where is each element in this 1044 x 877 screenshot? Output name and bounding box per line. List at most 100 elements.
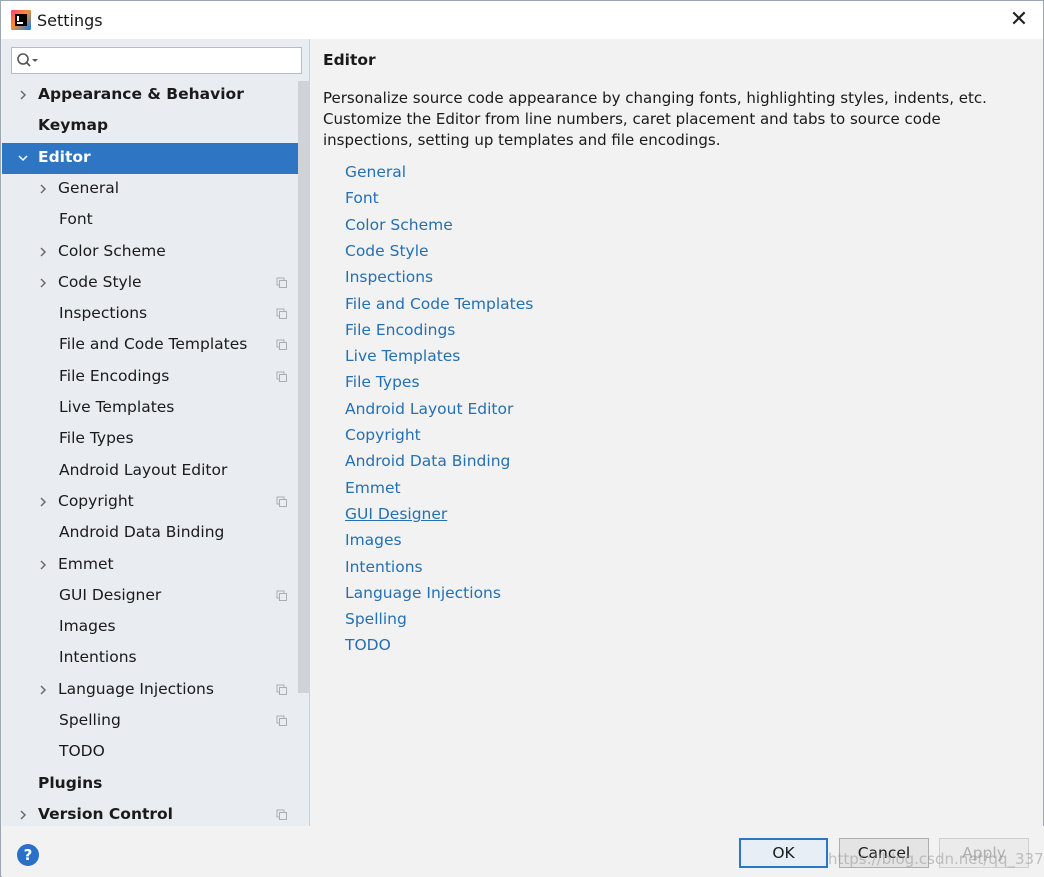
- sidebar-item-label: Plugins: [38, 773, 103, 792]
- project-settings-icon: [276, 715, 287, 726]
- sidebar-item-label: File and Code Templates: [59, 335, 248, 354]
- project-settings-icon: [276, 809, 287, 820]
- sidebar-item-keymap[interactable]: Keymap: [2, 111, 310, 142]
- chevron-right-icon[interactable]: [37, 684, 49, 696]
- sidebar-scrollbar[interactable]: [298, 81, 310, 693]
- link-gui-designer[interactable]: GUI Designer: [345, 505, 447, 523]
- dialog-footer: ? OK Cancel Apply https://blog.csdn.net/…: [2, 826, 1044, 877]
- sidebar-item-label: Android Layout Editor: [59, 460, 228, 479]
- project-settings-icon: [276, 496, 287, 507]
- sidebar-item-label: Intentions: [59, 648, 137, 667]
- panel-title: Editor: [323, 51, 376, 69]
- sidebar-item-images[interactable]: Images: [2, 612, 310, 643]
- sidebar-item-label: General: [58, 178, 120, 197]
- sidebar-item-label: Android Data Binding: [59, 523, 225, 542]
- link-code-style[interactable]: Code Style: [345, 242, 429, 260]
- link-font[interactable]: Font: [345, 189, 379, 207]
- chevron-down-icon[interactable]: [17, 152, 29, 164]
- sidebar-item-label: GUI Designer: [59, 585, 162, 604]
- link-file-types[interactable]: File Types: [345, 373, 420, 391]
- link-images[interactable]: Images: [345, 531, 402, 549]
- chevron-right-icon[interactable]: [17, 809, 29, 821]
- sidebar-item-label: Keymap: [38, 116, 109, 135]
- sidebar-item-label: Version Control: [38, 804, 173, 823]
- sidebar-item-android-data-binding[interactable]: Android Data Binding: [2, 518, 310, 549]
- link-color-scheme[interactable]: Color Scheme: [345, 216, 453, 234]
- sidebar-item-inspections[interactable]: Inspections: [2, 299, 310, 330]
- panel-description: Personalize source code appearance by ch…: [323, 89, 987, 149]
- sidebar-item-label: File Encodings: [59, 366, 170, 385]
- link-intentions[interactable]: Intentions: [345, 558, 423, 576]
- link-file-encodings[interactable]: File Encodings: [345, 321, 455, 339]
- sidebar-item-label: Copyright: [58, 491, 134, 510]
- help-icon[interactable]: ?: [17, 844, 39, 866]
- project-settings-icon: [276, 590, 287, 601]
- link-live-templates[interactable]: Live Templates: [345, 347, 460, 365]
- sidebar-item-font[interactable]: Font: [2, 205, 310, 236]
- link-todo[interactable]: TODO: [345, 636, 391, 654]
- sidebar-item-label: Inspections: [59, 304, 148, 323]
- sidebar-item-emmet[interactable]: Emmet: [2, 550, 310, 581]
- sidebar-item-language-injections[interactable]: Language Injections: [2, 675, 310, 706]
- sidebar-item-android-layout-editor[interactable]: Android Layout Editor: [2, 456, 310, 487]
- chevron-right-icon[interactable]: [17, 89, 29, 101]
- chevron-right-icon[interactable]: [37, 183, 49, 195]
- sidebar-item-intentions[interactable]: Intentions: [2, 643, 310, 674]
- sidebar-item-label: Color Scheme: [58, 241, 166, 260]
- watermark: https://blog.csdn.net/qq_33719: [828, 850, 1044, 868]
- chevron-right-icon[interactable]: [37, 496, 49, 508]
- ok-button[interactable]: OK: [739, 838, 828, 868]
- window-title: Settings: [37, 11, 103, 30]
- sidebar-item-label: TODO: [59, 742, 105, 761]
- link-android-layout-editor[interactable]: Android Layout Editor: [345, 400, 513, 418]
- close-icon[interactable]: ✕: [1005, 6, 1033, 34]
- sidebar-item-live-templates[interactable]: Live Templates: [2, 393, 310, 424]
- title-bar: Settings ✕: [1, 1, 1043, 39]
- link-android-data-binding[interactable]: Android Data Binding: [345, 452, 510, 470]
- sidebar-item-copyright[interactable]: Copyright: [2, 487, 310, 518]
- link-spelling[interactable]: Spelling: [345, 610, 407, 628]
- sidebar-item-label: Live Templates: [59, 398, 175, 416]
- sidebar-item-spelling[interactable]: Spelling: [2, 706, 310, 737]
- project-settings-icon: [276, 339, 287, 351]
- sidebar-item-code-style[interactable]: Code Style: [2, 268, 310, 299]
- sidebar-item-label: Spelling: [59, 711, 121, 729]
- sidebar-item-label: Language Injections: [58, 679, 214, 698]
- sidebar-item-label: Appearance & Behavior: [38, 85, 244, 103]
- project-settings-icon: [276, 308, 287, 320]
- chevron-right-icon[interactable]: [37, 246, 49, 258]
- sidebar-item-file-encodings[interactable]: File Encodings: [2, 362, 310, 393]
- settings-window: Settings ✕ Appearance & Behavior Keymap Ed…: [0, 0, 1044, 877]
- chevron-right-icon[interactable]: [37, 277, 49, 289]
- search-input[interactable]: [11, 47, 302, 74]
- sidebar-item-label: Code Style: [58, 272, 142, 291]
- link-language-injections[interactable]: Language Injections: [345, 584, 501, 602]
- sidebar-item-todo[interactable]: TODO: [2, 737, 310, 768]
- link-general[interactable]: General: [345, 163, 406, 181]
- search-icon: [17, 53, 38, 67]
- project-settings-icon: [276, 277, 287, 288]
- sidebar-item-appearance-behavior[interactable]: Appearance & Behavior: [2, 80, 310, 111]
- project-settings-icon: [276, 684, 287, 695]
- link-emmet[interactable]: Emmet: [345, 479, 401, 497]
- sidebar-item-label: Emmet: [58, 554, 114, 573]
- sidebar-item-editor[interactable]: Editor: [2, 142, 310, 174]
- settings-sidebar: Appearance & Behavior Keymap Editor General…: [2, 39, 310, 826]
- sidebar-item-general[interactable]: General: [2, 174, 310, 205]
- link-file-and-code-templates[interactable]: File and Code Templates: [345, 295, 533, 313]
- sidebar-item-label: Font: [59, 210, 93, 229]
- intellij-app-icon: [11, 10, 31, 30]
- chevron-right-icon[interactable]: [37, 559, 49, 571]
- link-copyright[interactable]: Copyright: [345, 426, 421, 444]
- sidebar-item-label: Images: [59, 617, 116, 636]
- link-inspections[interactable]: Inspections: [345, 268, 433, 286]
- sidebar-item-color-scheme[interactable]: Color Scheme: [2, 237, 310, 268]
- sidebar-item-file-types[interactable]: File Types: [2, 424, 310, 455]
- sidebar-item-gui-designer[interactable]: GUI Designer: [2, 581, 310, 612]
- project-settings-icon: [276, 371, 287, 382]
- sidebar-item-label: Editor: [38, 147, 91, 166]
- sidebar-item-file-and-code-templates[interactable]: File and Code Templates: [2, 330, 310, 361]
- sidebar-item-label: File Types: [59, 429, 134, 448]
- sidebar-item-plugins[interactable]: Plugins: [2, 769, 310, 800]
- editor-panel: Editor Personalize source code appearanc…: [311, 39, 1043, 826]
